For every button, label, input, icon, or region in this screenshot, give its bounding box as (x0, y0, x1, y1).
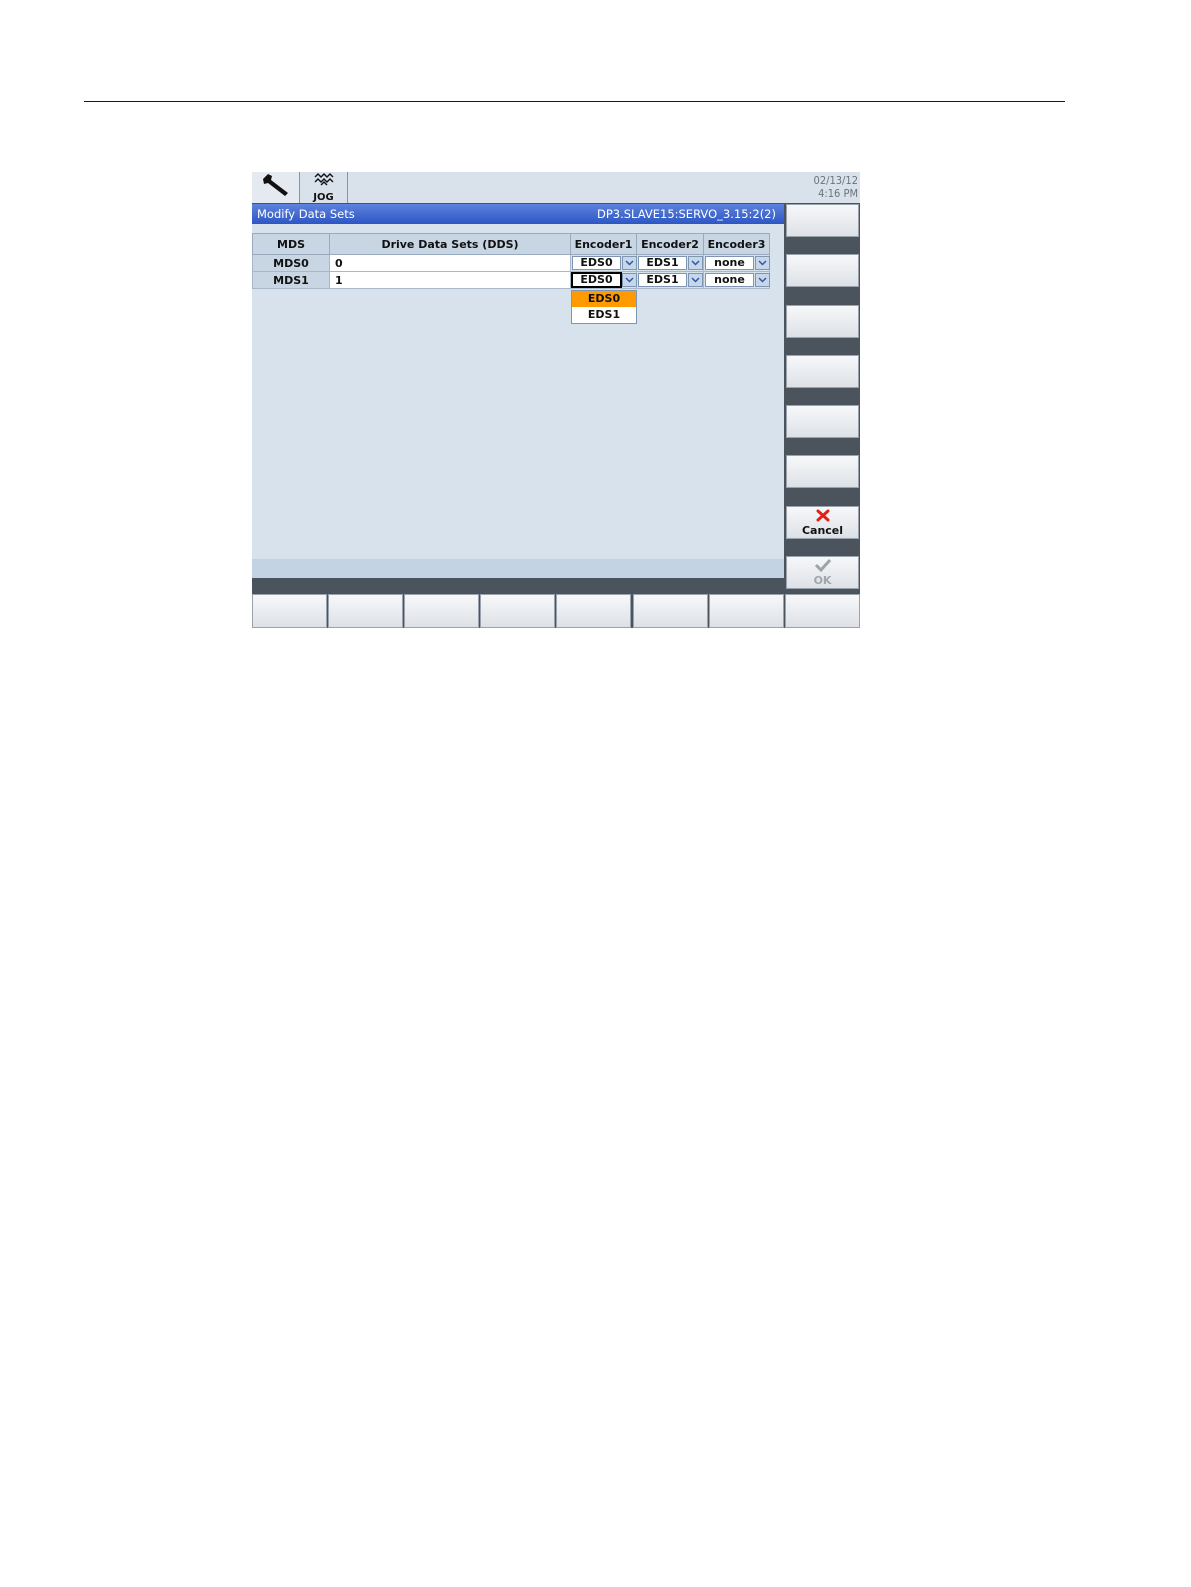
jog-mode-indicator: JOG (300, 172, 348, 203)
vertical-softkey-4[interactable] (786, 355, 859, 388)
header-bar: JOG 02/13/12 4:16 PM (252, 172, 860, 203)
operating-area-button[interactable] (252, 172, 300, 203)
vertical-softkey-2[interactable] (786, 254, 859, 287)
encoder3-combobox[interactable]: none (703, 254, 770, 272)
encoder2-combobox[interactable]: EDS1 (636, 254, 704, 272)
dds-input[interactable]: 0 (329, 254, 571, 272)
header-encoder1: Encoder1 (570, 233, 637, 255)
date-text: 02/13/12 (813, 174, 858, 187)
horizontal-softkey-2[interactable] (328, 594, 403, 628)
vertical-softkey-1[interactable] (786, 204, 859, 237)
horizontal-softkey-7[interactable] (709, 594, 784, 628)
data-sets-table: MDS Drive Data Sets (DDS) Encoder1 Encod… (252, 233, 770, 289)
cancel-button[interactable]: Cancel (786, 506, 859, 539)
jog-wave-icon (313, 172, 335, 192)
page-header-rule (84, 101, 1065, 102)
chevron-down-icon[interactable] (755, 273, 770, 287)
header-dds: Drive Data Sets (DDS) (329, 233, 571, 255)
ok-button[interactable]: OK (786, 556, 859, 589)
jog-label: JOG (313, 191, 334, 203)
dds-input[interactable]: 1 (329, 271, 571, 289)
time-text: 4:16 PM (818, 187, 858, 200)
horizontal-softkey-5[interactable] (556, 594, 631, 628)
encoder2-value: EDS1 (638, 273, 687, 287)
vertical-softkey-6[interactable] (786, 455, 859, 488)
encoder1-combobox[interactable]: EDS0 (570, 271, 637, 289)
horizontal-softkey-1[interactable] (252, 594, 327, 628)
header-mds: MDS (252, 233, 330, 255)
wrench-icon (260, 172, 292, 203)
vertical-softkey-3[interactable] (786, 305, 859, 338)
table-header-row: MDS Drive Data Sets (DDS) Encoder1 Encod… (252, 233, 770, 255)
chevron-down-icon[interactable] (688, 256, 703, 270)
encoder3-value: none (705, 256, 754, 270)
modify-data-sets-window: Modify Data Sets DP3.SLAVE15:SERVO_3.15:… (252, 204, 784, 578)
header-encoder3: Encoder3 (703, 233, 770, 255)
checkmark-icon (814, 558, 832, 575)
chevron-down-icon[interactable] (688, 273, 703, 287)
encoder1-value: EDS0 (571, 272, 622, 288)
horizontal-softkey-8[interactable] (785, 594, 860, 628)
window-title: Modify Data Sets (257, 207, 355, 221)
table-row: MDS1 1 EDS0 EDS1 none (252, 271, 770, 289)
chevron-down-icon[interactable] (755, 256, 770, 270)
mds-cell: MDS0 (252, 254, 330, 272)
close-icon (816, 509, 830, 525)
drive-object-name: DP3.SLAVE15:SERVO_3.15:2(2) (597, 207, 776, 221)
encoder2-combobox[interactable]: EDS1 (636, 271, 704, 289)
vertical-softkey-5[interactable] (786, 405, 859, 438)
header-encoder2: Encoder2 (636, 233, 704, 255)
ok-label: OK (813, 574, 832, 587)
date-time: 02/13/12 4:16 PM (814, 174, 858, 200)
table-row: MDS0 0 EDS0 EDS1 none (252, 254, 770, 272)
encoder1-value: EDS0 (572, 256, 621, 270)
encoder1-dropdown-list: EDS0 EDS1 (571, 290, 637, 324)
encoder3-value: none (705, 273, 754, 287)
hmi-screen: JOG 02/13/12 4:16 PM Modify Data Sets DP… (252, 172, 860, 628)
chevron-down-icon[interactable] (622, 256, 637, 270)
cancel-label: Cancel (801, 523, 844, 537)
dropdown-option[interactable]: EDS1 (572, 307, 636, 323)
dropdown-option[interactable]: EDS0 (572, 291, 636, 307)
encoder3-combobox[interactable]: none (703, 271, 770, 289)
mds-cell: MDS1 (252, 271, 330, 289)
window-titlebar: Modify Data Sets DP3.SLAVE15:SERVO_3.15:… (252, 204, 784, 224)
horizontal-softkey-3[interactable] (404, 594, 479, 628)
encoder1-combobox[interactable]: EDS0 (570, 254, 637, 272)
horizontal-softkey-4[interactable] (480, 594, 555, 628)
encoder2-value: EDS1 (638, 256, 687, 270)
chevron-down-icon[interactable] (622, 273, 637, 287)
window-status-bar (252, 559, 784, 578)
horizontal-softkey-6[interactable] (633, 594, 708, 628)
